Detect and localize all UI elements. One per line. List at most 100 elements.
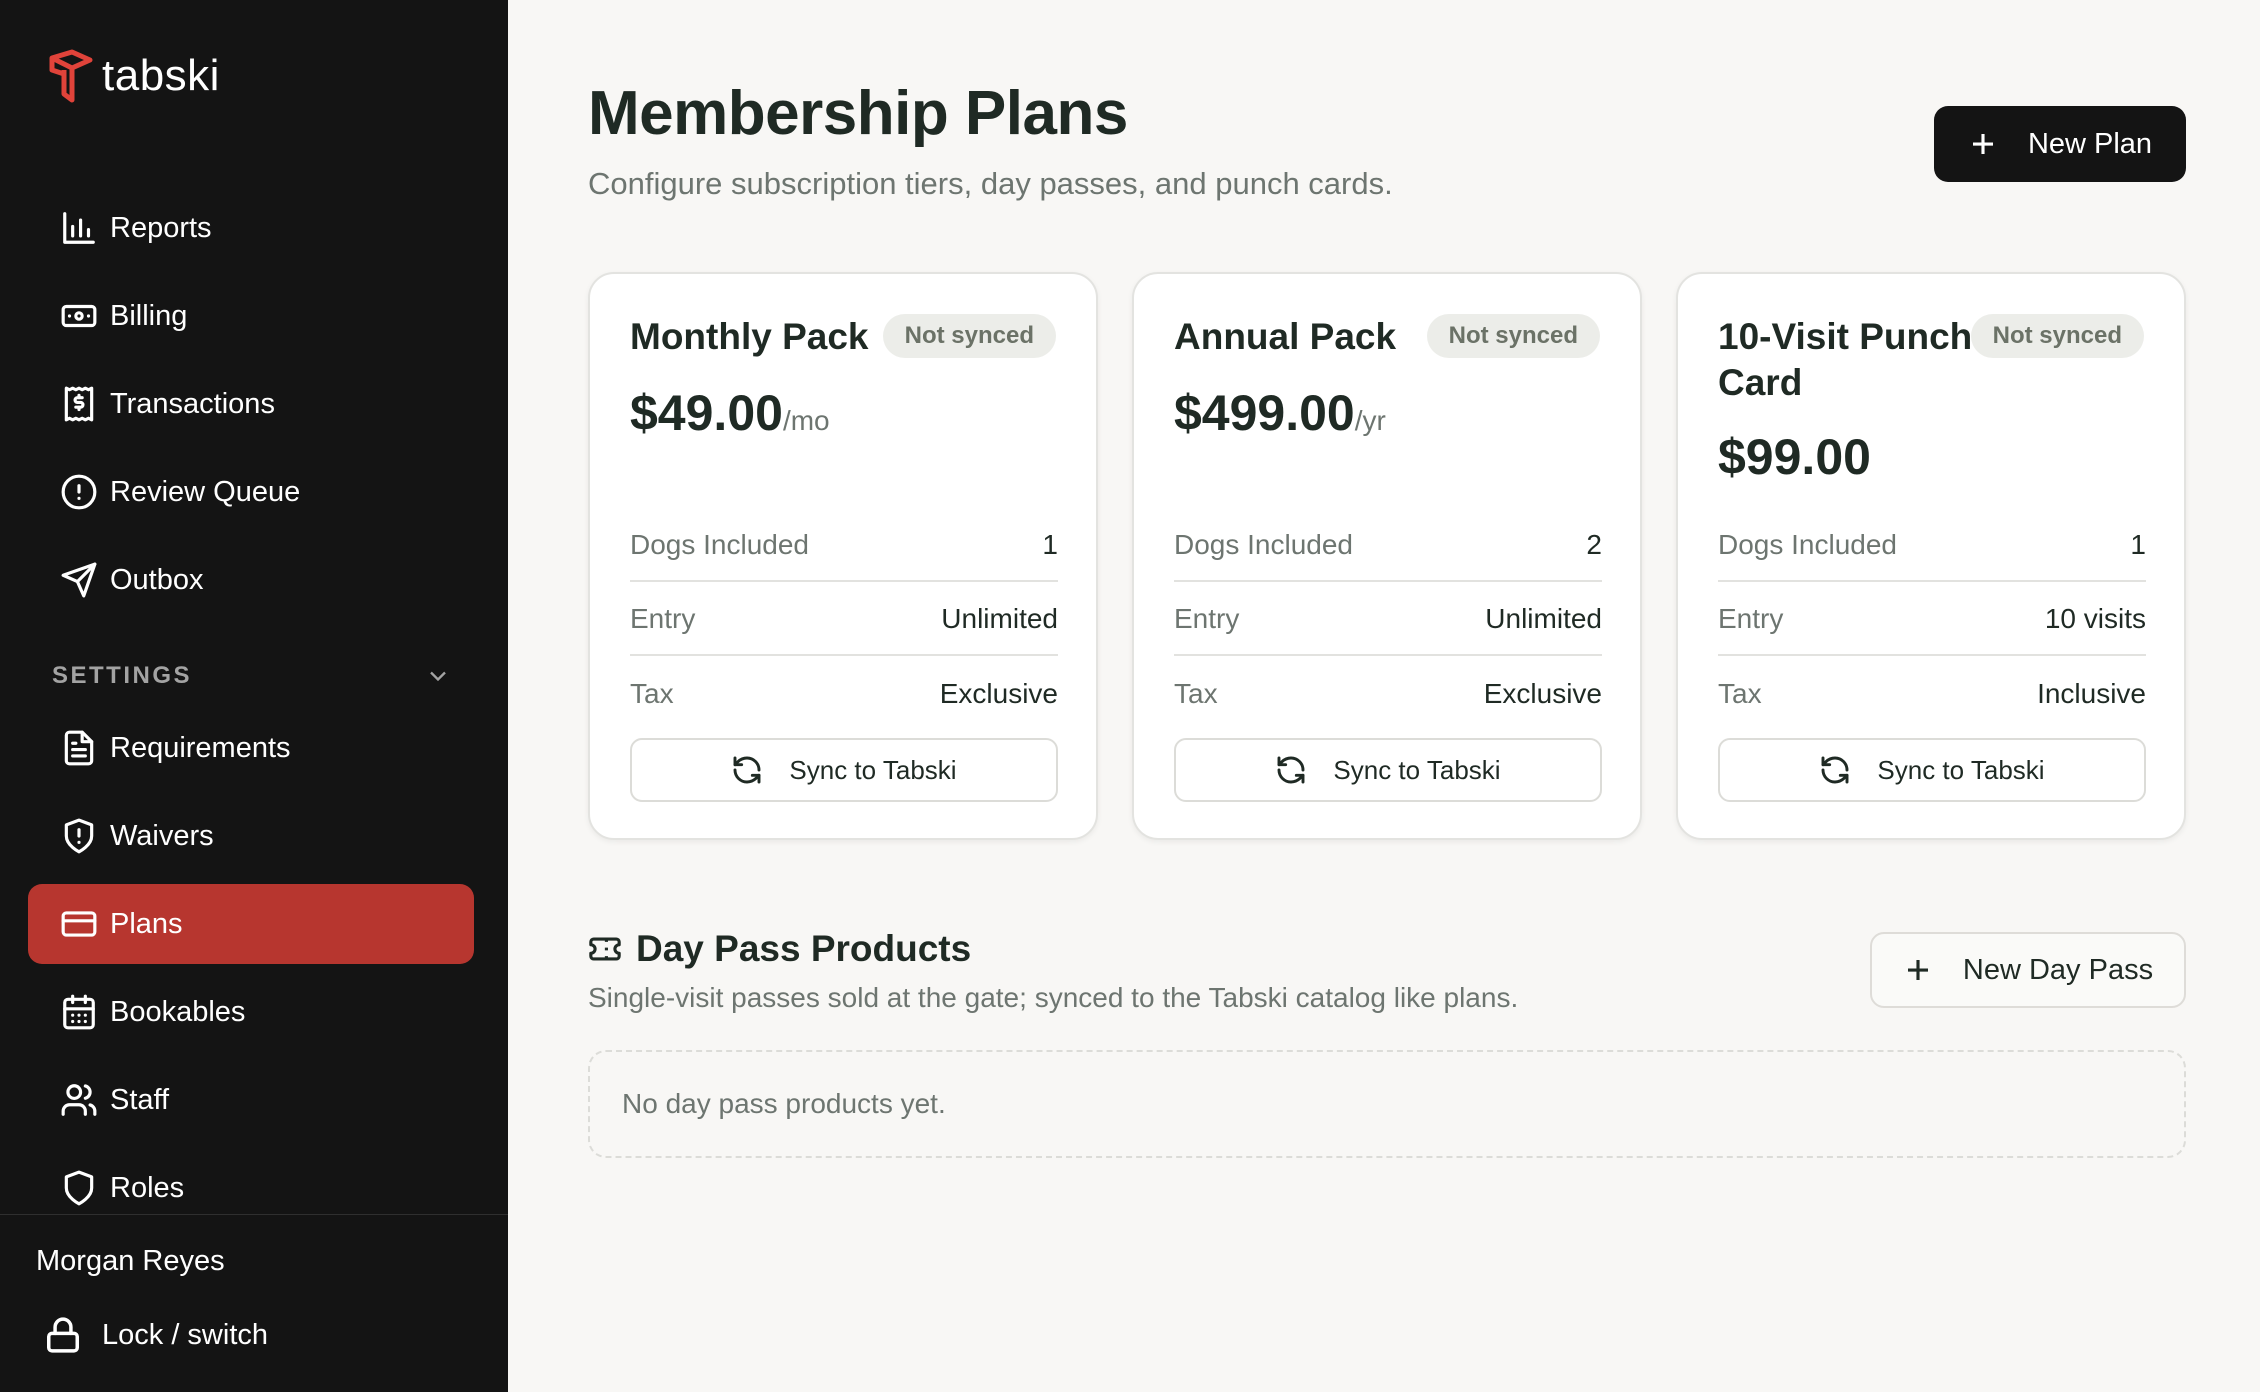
- lock-switch-label: Lock / switch: [102, 1318, 268, 1351]
- current-user-name: Morgan Reyes: [36, 1245, 225, 1277]
- lock-icon: [47, 1317, 79, 1353]
- settings-section-label: SETTINGS: [52, 662, 193, 689]
- detail-label: Dogs Included: [1718, 529, 1898, 560]
- sync-status-badge: Not synced: [1970, 314, 2144, 358]
- detail-label: Entry: [1718, 603, 1784, 634]
- new-plan-button[interactable]: New Plan: [1934, 106, 2186, 182]
- sidebar-item-label: Plans: [110, 907, 183, 940]
- plan-name: Annual Pack: [1174, 316, 1397, 357]
- sidebar-item-label: Roles: [110, 1171, 185, 1204]
- sidebar-item-label: Reports: [110, 211, 212, 244]
- price-period: /yr: [1354, 405, 1386, 436]
- file-text-icon: [28, 729, 116, 767]
- refresh-icon: [1821, 756, 1849, 784]
- plan-detail-row: Entry Unlimited: [630, 584, 1058, 656]
- plus-icon: [1907, 960, 1928, 980]
- refresh-icon: [1277, 756, 1305, 784]
- price-period: /mo: [782, 405, 830, 436]
- price-amount: $49.00: [630, 385, 783, 441]
- sidebar-item-billing[interactable]: Billing: [28, 276, 474, 356]
- sync-to-tabski-button[interactable]: Sync to Tabski: [1718, 738, 2146, 802]
- plan-detail-row: Dogs Included 2: [1174, 510, 1602, 582]
- main-content: Membership Plans Configure subscription …: [508, 0, 2260, 1392]
- sidebar-item-waivers[interactable]: Waivers: [28, 796, 474, 876]
- lock-switch-button[interactable]: Lock / switch: [44, 1315, 268, 1355]
- detail-label: Tax: [1718, 678, 1762, 709]
- brand-logo[interactable]: tabski: [46, 48, 220, 104]
- page-subtitle: Configure subscription tiers, day passes…: [588, 166, 1393, 201]
- detail-value: Unlimited: [941, 603, 1058, 634]
- ticket-icon: [589, 937, 621, 961]
- detail-label: Dogs Included: [630, 529, 810, 560]
- detail-value: Inclusive: [2037, 678, 2146, 709]
- plan-price: $499.00 /yr: [1174, 384, 1386, 442]
- detail-value: 1: [1042, 529, 1058, 560]
- detail-label: Tax: [1174, 678, 1218, 709]
- sidebar-item-reports[interactable]: Reports: [28, 188, 474, 268]
- detail-value: 1: [2130, 529, 2146, 560]
- plan-detail-row: Tax Exclusive: [1174, 658, 1602, 730]
- day-pass-title: Day Pass Products: [636, 928, 972, 969]
- sidebar-item-plans[interactable]: Plans: [28, 884, 474, 964]
- calendar-icon: [28, 993, 116, 1031]
- sidebar: tabski Reports Billing Transactions Revi…: [0, 0, 508, 1392]
- sidebar-item-bookables[interactable]: Bookables: [28, 972, 474, 1052]
- detail-label: Tax: [630, 678, 674, 709]
- sidebar-item-label: Bookables: [110, 995, 246, 1028]
- sidebar-item-requirements[interactable]: Requirements: [28, 708, 474, 788]
- plan-detail-row: Entry 10 visits: [1718, 584, 2146, 656]
- sidebar-item-label: Waivers: [110, 819, 214, 852]
- settings-section-toggle[interactable]: SETTINGS: [52, 656, 452, 696]
- shield-alert-icon: [28, 817, 116, 855]
- price-amount: $499.00: [1174, 385, 1355, 441]
- plan-detail-row: Entry Unlimited: [1174, 584, 1602, 656]
- users-icon: [28, 1081, 116, 1119]
- refresh-icon: [733, 756, 761, 784]
- plan-detail-row: Tax Exclusive: [630, 658, 1058, 730]
- sync-label: Sync to Tabski: [1333, 754, 1501, 785]
- detail-value: 10 visits: [2044, 603, 2146, 634]
- plan-detail-row: Dogs Included 1: [630, 510, 1058, 582]
- detail-label: Dogs Included: [1174, 529, 1354, 560]
- sidebar-item-label: Review Queue: [110, 475, 301, 508]
- plus-icon: [1972, 134, 1993, 154]
- detail-value: 2: [1586, 529, 1602, 560]
- sidebar-item-label: Requirements: [110, 731, 291, 764]
- plan-detail-row: Tax Inclusive: [1718, 658, 2146, 730]
- alert-circle-icon: [28, 473, 116, 511]
- chevron-down-icon: [430, 671, 446, 682]
- sidebar-item-outbox[interactable]: Outbox: [28, 540, 474, 620]
- sidebar-item-transactions[interactable]: Transactions: [28, 364, 474, 444]
- sidebar-item-review-queue[interactable]: Review Queue: [28, 452, 474, 532]
- plan-card-annual-pack: Annual Pack Not synced $499.00 /yr Dogs …: [1132, 272, 1642, 840]
- shield-icon: [28, 1169, 116, 1207]
- brand-name: tabski: [102, 51, 220, 100]
- banknote-icon: [28, 297, 116, 335]
- plan-detail-row: Dogs Included 1: [1718, 510, 2146, 582]
- plan-card-10-visit-punch-card: 10-Visit Punch Card Not synced $99.00 Do…: [1676, 272, 2186, 840]
- detail-value: Exclusive: [939, 678, 1058, 709]
- plan-name-line: 10-Visit Punch: [1718, 316, 1973, 357]
- page-title: Membership Plans: [588, 79, 1128, 148]
- sync-to-tabski-button[interactable]: Sync to Tabski: [1174, 738, 1602, 802]
- price-amount: $99.00: [1718, 429, 1871, 485]
- day-pass-subtitle: Single-visit passes sold at the gate; sy…: [588, 982, 1519, 1013]
- sidebar-item-staff[interactable]: Staff: [28, 1060, 474, 1140]
- sync-to-tabski-button[interactable]: Sync to Tabski: [630, 738, 1058, 802]
- sync-label: Sync to Tabski: [1877, 754, 2045, 785]
- plan-name-line: Card: [1718, 362, 1803, 403]
- new-plan-label: New Plan: [2027, 127, 2153, 160]
- day-pass-empty-state: No day pass products yet.: [588, 1050, 2186, 1158]
- detail-value: Exclusive: [1483, 678, 1602, 709]
- bar-chart-icon: [28, 209, 116, 247]
- new-day-pass-button[interactable]: New Day Pass: [1870, 932, 2186, 1008]
- receipt-icon: [28, 385, 116, 423]
- detail-label: Entry: [630, 603, 696, 634]
- sidebar-item-label: Transactions: [110, 387, 275, 420]
- sync-status-badge: Not synced: [1426, 314, 1600, 358]
- sidebar-item-label: Outbox: [110, 563, 204, 596]
- plan-name: Monthly Pack: [630, 316, 869, 357]
- plan-card-monthly-pack: Monthly Pack Not synced $49.00 /mo Dogs …: [588, 272, 1098, 840]
- day-pass-section-title: Day Pass Products: [588, 928, 971, 970]
- sidebar-footer: Morgan Reyes Lock / switch: [0, 1214, 508, 1392]
